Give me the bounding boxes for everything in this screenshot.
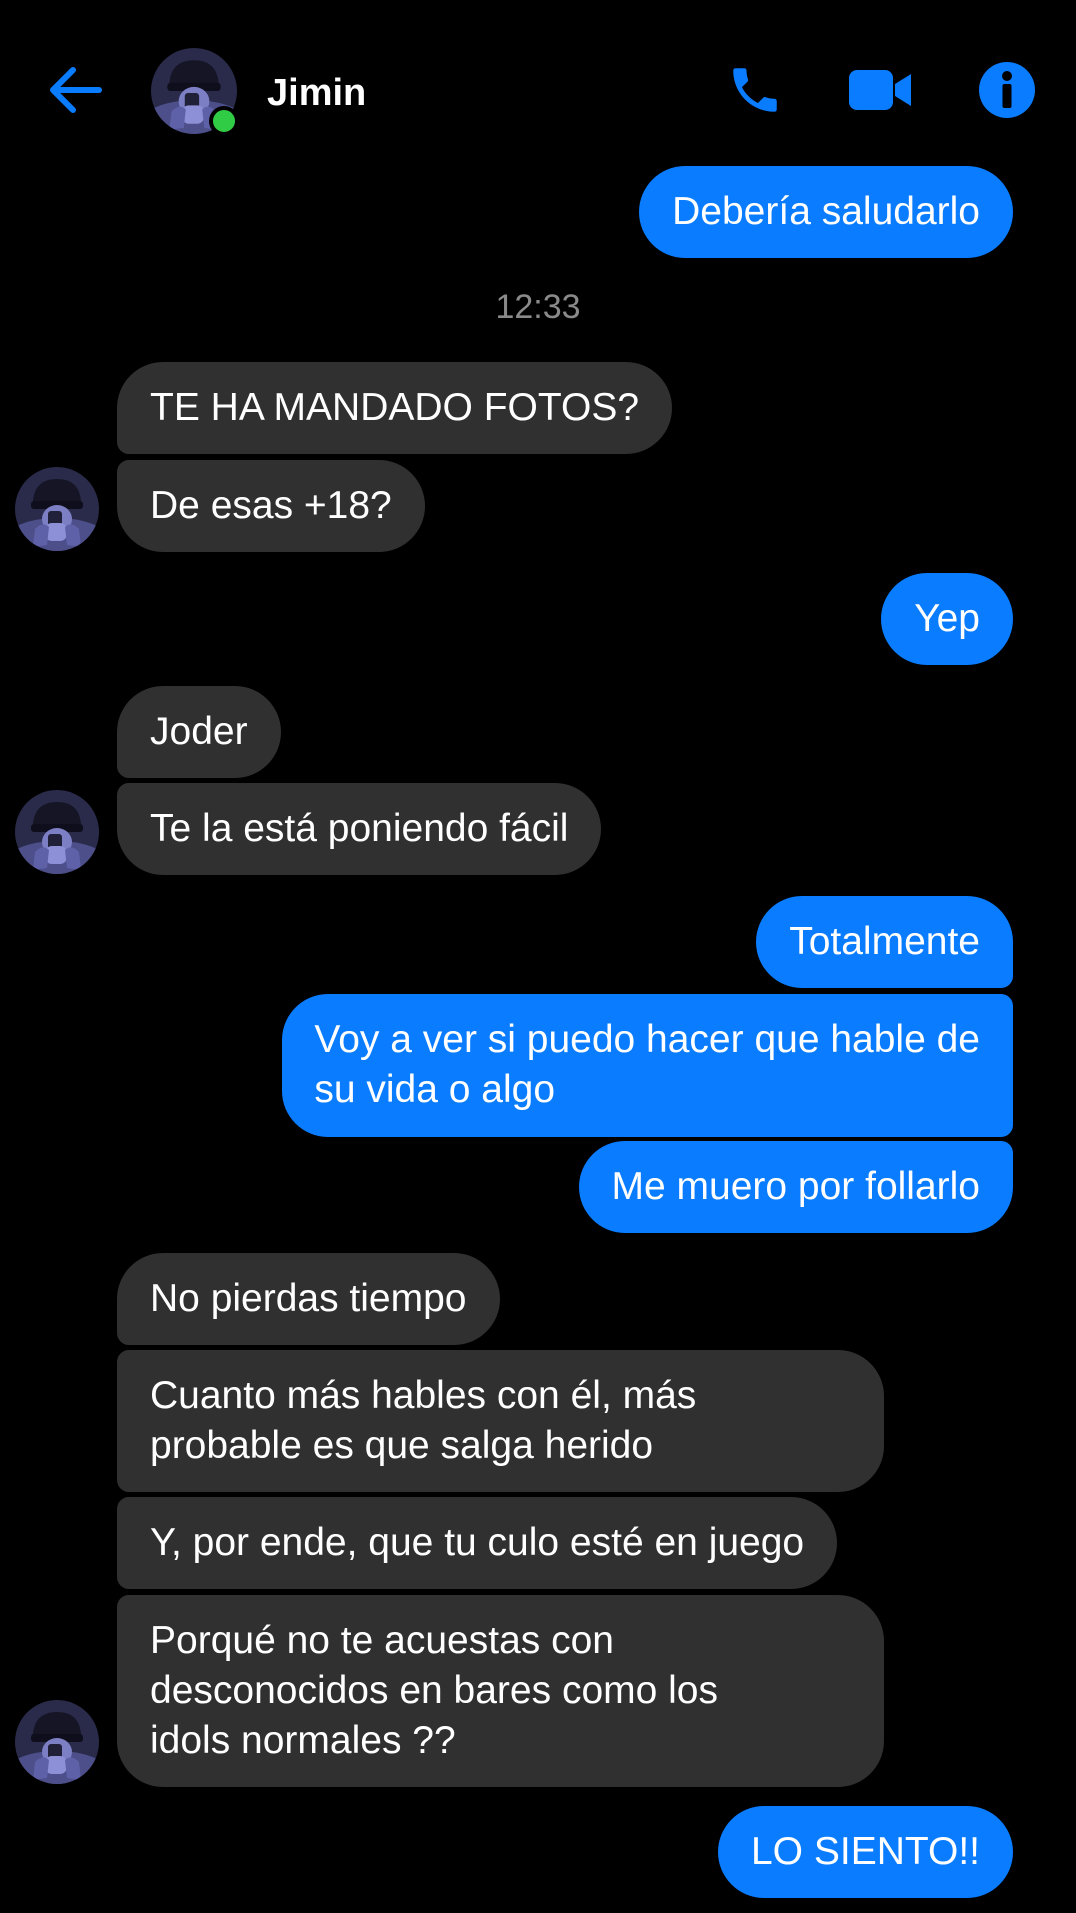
contact-avatar-small[interactable]	[15, 1700, 99, 1784]
outgoing-message[interactable]: LO SIENTO!!	[717, 1806, 1013, 1898]
incoming-message[interactable]: Joder	[117, 686, 281, 778]
voice-call-button[interactable]	[720, 58, 790, 122]
back-button[interactable]	[42, 60, 108, 120]
incoming-message[interactable]: Cuanto más hables con él, más probable e…	[117, 1350, 884, 1492]
incoming-message[interactable]: No pierdas tiempo	[117, 1253, 500, 1345]
video-camera-icon	[849, 70, 911, 110]
incoming-message[interactable]: Y, por ende, que tu culo esté en juego	[117, 1497, 838, 1589]
incoming-message[interactable]: Te la está poniendo fácil	[117, 783, 602, 875]
outgoing-message[interactable]: Voy a ver si puedo hacer que hable de su…	[282, 994, 1013, 1137]
incoming-message[interactable]: Porqué no te acuestas con desconocidos e…	[117, 1595, 884, 1787]
message-timestamp: 12:33	[495, 288, 581, 326]
conversation-header: Jimin	[0, 0, 1076, 170]
phone-icon	[733, 68, 777, 112]
outgoing-message[interactable]: Totalmente	[756, 896, 1013, 988]
info-icon	[979, 62, 1035, 118]
contact-avatar[interactable]	[151, 48, 239, 136]
contact-avatar-small[interactable]	[15, 790, 99, 874]
online-status-indicator	[209, 106, 239, 136]
incoming-message[interactable]: TE HA MANDADO FOTOS?	[117, 362, 673, 454]
arrow-left-icon	[50, 67, 102, 113]
contact-avatar-small[interactable]	[15, 467, 99, 551]
outgoing-message[interactable]: Debería saludarlo	[639, 166, 1013, 258]
outgoing-message[interactable]: Yep	[881, 573, 1013, 665]
video-call-button[interactable]	[845, 58, 915, 122]
conversation-info-button[interactable]	[972, 58, 1042, 122]
incoming-message[interactable]: De esas +18?	[117, 460, 425, 552]
contact-name[interactable]: Jimin	[267, 70, 366, 116]
outgoing-message[interactable]: Me muero por follarlo	[578, 1141, 1013, 1233]
